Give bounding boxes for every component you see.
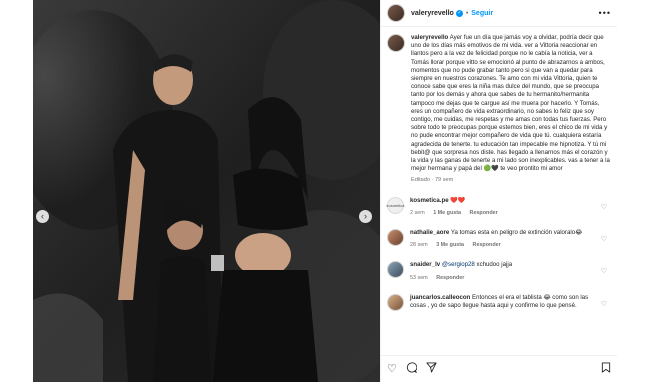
avatar-label: kosmetica bbox=[386, 202, 405, 208]
comment-mention-link[interactable]: @sergiop28 bbox=[442, 261, 475, 268]
post-photo[interactable]: ‹ › bbox=[33, 0, 380, 382]
comment-avatar[interactable] bbox=[387, 261, 404, 279]
comment-likes[interactable]: 3 Me gusta bbox=[436, 242, 464, 248]
comment-time: 28 sem bbox=[410, 242, 428, 249]
comment-like-heart-icon[interactable]: ♡ bbox=[601, 300, 607, 308]
comment-text: ❤️❤️ bbox=[450, 196, 466, 204]
share-icon[interactable] bbox=[426, 362, 437, 376]
comment-like-heart-icon[interactable]: ♡ bbox=[601, 235, 607, 243]
comment-text: Ya tomas esta en peligro de extinción va… bbox=[450, 229, 583, 237]
comment-item: kosmetica kosmetica.pe ❤️❤️ 2 sem 1 Me g… bbox=[386, 196, 611, 217]
post-image bbox=[33, 0, 380, 382]
caption-author[interactable]: valeryrevello bbox=[411, 34, 448, 41]
comment-time: 53 sem bbox=[410, 274, 428, 281]
separator-dot: • bbox=[465, 9, 469, 17]
caption-meta: Editado · 79 sem bbox=[411, 177, 454, 184]
comment-avatar[interactable] bbox=[387, 229, 404, 247]
comment-likes[interactable]: 1 Me gusta bbox=[433, 210, 461, 216]
carousel-prev-button[interactable]: ‹ bbox=[36, 210, 49, 223]
comment-item: nathalie_aore Ya tomas esta en peligro d… bbox=[387, 229, 611, 249]
carousel-next-button[interactable]: › bbox=[359, 210, 372, 223]
post-header: valeryrevello ✓ • Seguir ••• bbox=[381, 0, 617, 27]
post-caption: valeryrevello Ayer fue un día que jamás … bbox=[387, 34, 611, 185]
comment-author[interactable]: snaider_lv bbox=[410, 261, 440, 268]
comment-item: juancarlos.calleocon Entonces el era el … bbox=[387, 293, 611, 311]
bookmark-icon[interactable] bbox=[601, 362, 611, 376]
comment-author[interactable]: juancarlos.calleocon bbox=[410, 294, 470, 301]
caption-text: Ayer fue un día que jamás voy a olvidar,… bbox=[411, 34, 610, 173]
comment-item: snaider_lv @sergiop28 xchudoo jajja 53 s… bbox=[387, 261, 611, 281]
comment-time: 2 sem bbox=[410, 209, 425, 216]
post-details-panel: valeryrevello ✓ • Seguir ••• valeryrevel… bbox=[380, 0, 617, 382]
follow-button[interactable]: Seguir bbox=[471, 10, 493, 17]
caption-avatar[interactable] bbox=[387, 34, 405, 52]
author-username[interactable]: valeryrevello bbox=[411, 10, 454, 17]
comment-like-heart-icon[interactable]: ♡ bbox=[601, 203, 607, 211]
verified-badge-icon: ✓ bbox=[455, 9, 463, 17]
comment-author[interactable]: kosmetica.pe bbox=[410, 197, 449, 204]
comment-author[interactable]: nathalie_aore bbox=[410, 229, 449, 236]
comment-reply-button[interactable]: Responder bbox=[473, 242, 501, 248]
comment-like-heart-icon[interactable]: ♡ bbox=[601, 267, 607, 275]
comment-reply-button[interactable]: Responder bbox=[470, 210, 498, 216]
comment-icon[interactable] bbox=[406, 362, 418, 376]
more-options-icon[interactable]: ••• bbox=[599, 8, 611, 18]
author-avatar[interactable] bbox=[387, 4, 405, 22]
comment-avatar[interactable]: kosmetica bbox=[386, 196, 405, 214]
comment-text: xchudoo jajja bbox=[476, 261, 513, 269]
post-action-bar: ♡ bbox=[381, 355, 617, 382]
comments-scroll-area[interactable]: valeryrevello Ayer fue un día que jamás … bbox=[381, 28, 617, 354]
heart-icon[interactable]: ♡ bbox=[387, 363, 397, 375]
comment-reply-button[interactable]: Responder bbox=[436, 275, 464, 281]
comment-avatar[interactable] bbox=[387, 293, 404, 311]
